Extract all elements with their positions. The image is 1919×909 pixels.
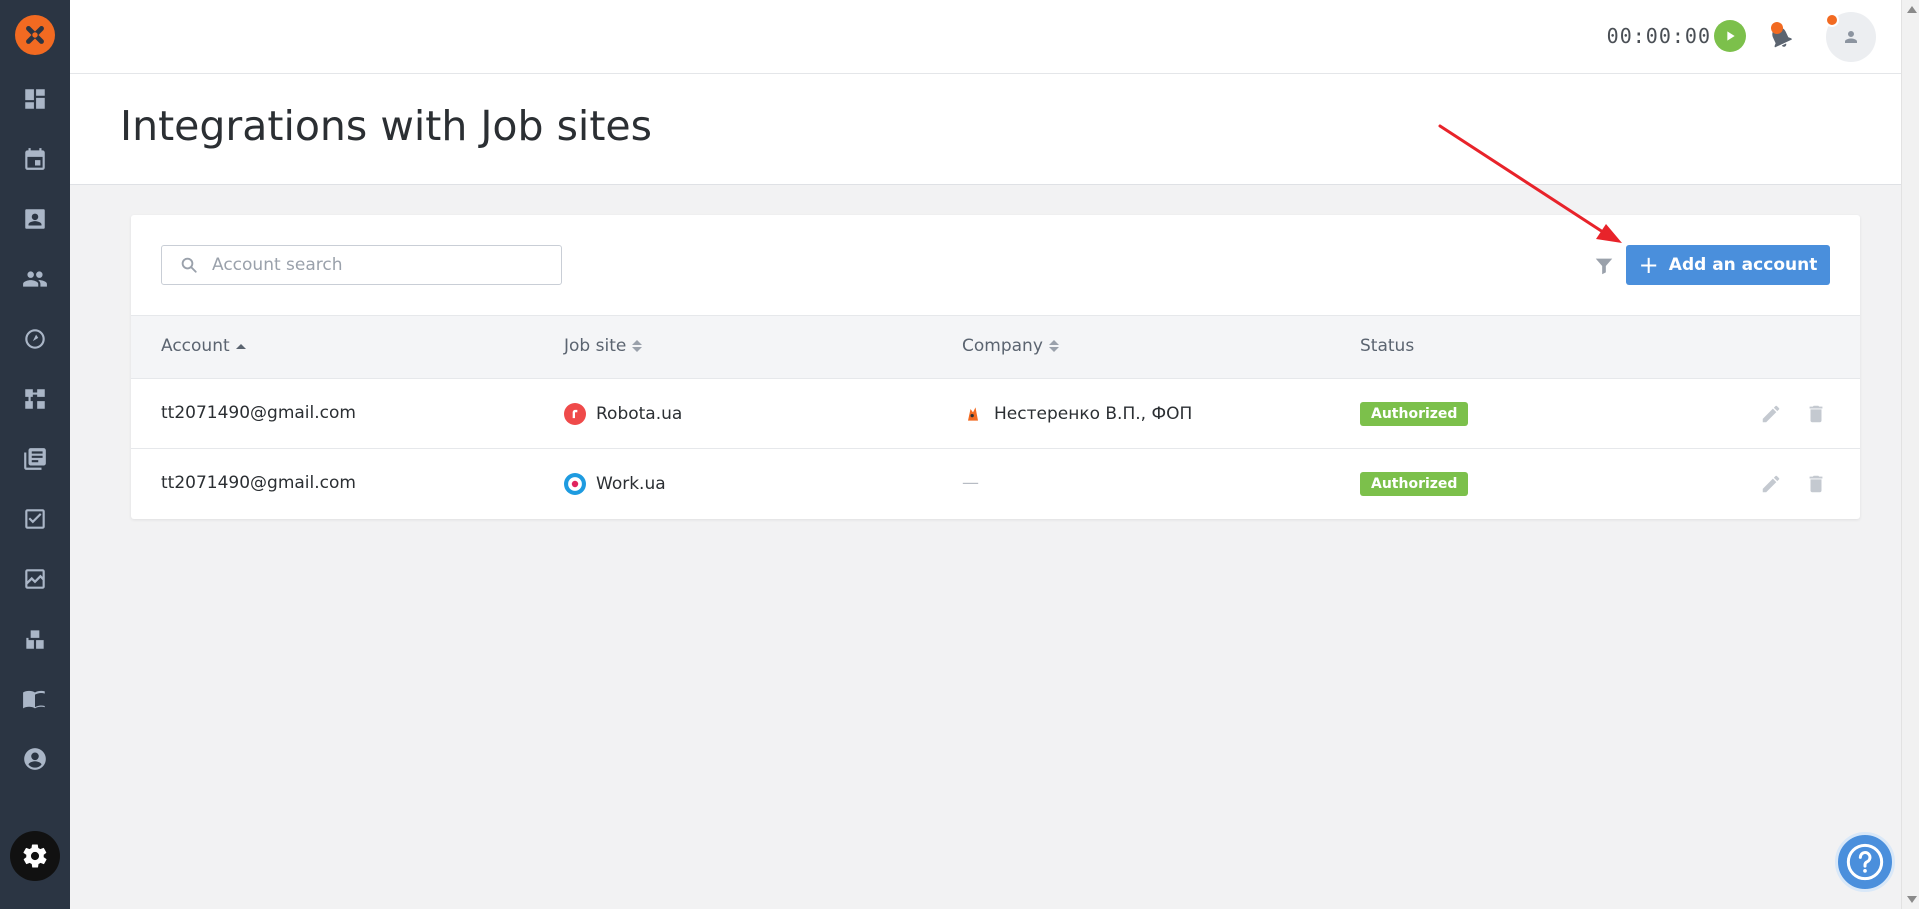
page-header: Integrations with Job sites xyxy=(70,74,1901,185)
table-row: tt2071490@gmail.com Work.ua — Authorized xyxy=(131,449,1860,519)
column-header-job-site[interactable]: Job site xyxy=(564,336,643,356)
workflow-icon[interactable] xyxy=(20,384,50,414)
logo-icon[interactable] xyxy=(15,15,55,55)
avatar-status-dot xyxy=(1825,13,1839,27)
scroll-up-icon[interactable] xyxy=(1907,6,1917,13)
sort-asc-icon xyxy=(235,343,246,349)
notification-dot xyxy=(1771,22,1783,34)
library-icon[interactable] xyxy=(20,444,50,474)
job-site-label: Robota.ua xyxy=(596,404,683,424)
workua-logo-icon xyxy=(564,473,586,495)
edit-icon[interactable] xyxy=(1760,403,1782,425)
table-header: Account Job site Company Status xyxy=(131,315,1860,379)
column-label: Status xyxy=(1360,336,1415,356)
calendar-icon[interactable] xyxy=(20,144,50,174)
delete-icon[interactable] xyxy=(1805,403,1827,425)
company-logo-icon xyxy=(962,403,984,425)
company-cell: Нестеренко В.П., ФОП xyxy=(962,403,1192,425)
add-account-button[interactable]: + Add an account xyxy=(1626,245,1830,285)
column-header-company[interactable]: Company xyxy=(962,336,1059,356)
help-icon[interactable] xyxy=(1835,832,1895,892)
job-site-label: Work.ua xyxy=(596,474,666,494)
column-header-account[interactable]: Account xyxy=(161,336,246,356)
account-cell: tt2071490@gmail.com xyxy=(161,473,356,493)
team-icon[interactable] xyxy=(20,264,50,294)
column-label: Company xyxy=(962,336,1043,356)
settings-icon[interactable] xyxy=(10,831,60,881)
apps-icon[interactable] xyxy=(20,624,50,654)
sort-icon xyxy=(1048,340,1059,352)
page-scrollbar[interactable] xyxy=(1901,0,1919,909)
status-badge: Authorized xyxy=(1360,472,1469,496)
search-box[interactable] xyxy=(161,245,562,285)
column-header-status: Status xyxy=(1360,336,1414,356)
add-account-label: Add an account xyxy=(1668,255,1818,275)
top-bar: 00:00:00 xyxy=(70,0,1901,74)
timer-display: 00:00:00 xyxy=(1606,24,1711,48)
column-label: Account xyxy=(161,336,230,356)
dashboard-icon[interactable] xyxy=(20,84,50,114)
job-site-cell: Robota.ua xyxy=(564,403,682,425)
table-row: tt2071490@gmail.com Robota.ua Нестеренко… xyxy=(131,379,1860,449)
company-label: Нестеренко В.П., ФОП xyxy=(994,404,1193,424)
status-badge: Authorized xyxy=(1360,402,1469,426)
job-site-cell: Work.ua xyxy=(564,473,666,495)
edit-icon[interactable] xyxy=(1760,473,1782,495)
speed-icon[interactable] xyxy=(20,324,50,354)
search-input[interactable] xyxy=(212,246,552,284)
account-cell: tt2071490@gmail.com xyxy=(161,403,356,423)
integrations-card: + Add an account Account Job site Compan… xyxy=(131,215,1860,519)
delete-icon[interactable] xyxy=(1805,473,1827,495)
sort-icon xyxy=(632,340,643,352)
search-icon xyxy=(181,257,197,273)
sidebar xyxy=(0,0,70,909)
robota-logo-icon xyxy=(564,403,586,425)
plus-icon: + xyxy=(1638,251,1659,279)
page-title: Integrations with Job sites xyxy=(120,102,652,150)
reports-icon[interactable] xyxy=(20,564,50,594)
filter-icon[interactable] xyxy=(1593,255,1615,277)
scroll-down-icon[interactable] xyxy=(1907,896,1917,903)
company-cell: — xyxy=(962,473,979,493)
tasks-icon[interactable] xyxy=(20,504,50,534)
book-icon[interactable] xyxy=(20,684,50,714)
column-label: Job site xyxy=(564,336,627,356)
profile-icon[interactable] xyxy=(20,744,50,774)
candidates-icon[interactable] xyxy=(20,204,50,234)
play-icon[interactable] xyxy=(1714,20,1746,52)
